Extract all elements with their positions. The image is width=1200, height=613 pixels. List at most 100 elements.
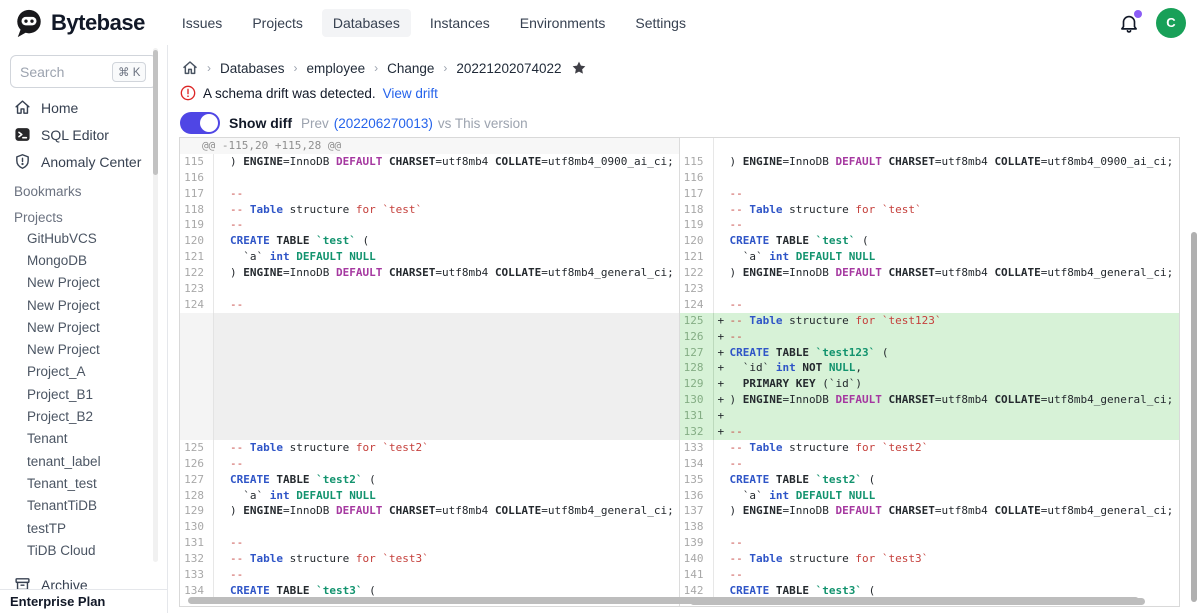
- line-number: 131: [180, 535, 214, 551]
- diff-row: 126+--: [680, 329, 1180, 345]
- schema-drift-alert: A schema drift was detected. View drift: [180, 85, 1200, 101]
- sidebar-scrollbar[interactable]: [153, 48, 158, 562]
- search-input[interactable]: [20, 64, 112, 80]
- line-number: 137: [680, 503, 714, 519]
- code-line: + `id` int NOT NULL,: [714, 360, 1180, 376]
- code-line: + PRIMARY KEY (`id`): [714, 376, 1180, 392]
- line-number: [180, 376, 214, 392]
- code-line: +CREATE TABLE `test123` (: [714, 345, 1180, 361]
- line-number: 133: [180, 567, 214, 583]
- diff-row: 130+) ENGINE=InnoDB DEFAULT CHARSET=utf8…: [680, 392, 1180, 408]
- line-number: [680, 138, 714, 154]
- line-number: 129: [680, 376, 714, 392]
- sidebar-item-sql-editor[interactable]: SQL Editor: [0, 121, 167, 148]
- breadcrumb-item[interactable]: Databases: [220, 61, 285, 76]
- breadcrumb-item[interactable]: Change: [387, 61, 434, 76]
- diff-row: 124--: [180, 297, 679, 313]
- sidebar-item-home[interactable]: Home: [0, 94, 167, 121]
- code-line: --: [214, 567, 679, 583]
- view-drift-link[interactable]: View drift: [383, 86, 438, 101]
- line-number: 127: [180, 472, 214, 488]
- code-line: CREATE TABLE `test` (: [214, 233, 679, 249]
- project-item[interactable]: Project_B2: [0, 405, 167, 427]
- diff-row: 132-- Table structure for `test3`: [180, 551, 679, 567]
- project-item[interactable]: Project_A: [0, 361, 167, 383]
- nav-item-projects[interactable]: Projects: [241, 9, 314, 37]
- diff-row: 121 `a` int DEFAULT NULL: [180, 249, 679, 265]
- brand-logo[interactable]: Bytebase: [14, 8, 145, 38]
- project-item[interactable]: Tenant_test: [0, 472, 167, 494]
- toggle-knob: [200, 114, 218, 132]
- diff-row: [180, 408, 679, 424]
- breadcrumb-separator: ›: [374, 61, 378, 75]
- code-line: [214, 424, 679, 440]
- code-line: [214, 281, 679, 297]
- sidebar-scrollbar-thumb[interactable]: [153, 50, 158, 175]
- sidebar-item-label: Anomaly Center: [41, 154, 141, 170]
- code-line: `a` int DEFAULT NULL: [214, 249, 679, 265]
- project-item[interactable]: TenantTiDB: [0, 495, 167, 517]
- prev-version-link[interactable]: (202206270013): [334, 116, 433, 131]
- right-pane-hscrollbar[interactable]: [690, 598, 1145, 605]
- nav-item-settings[interactable]: Settings: [624, 9, 697, 37]
- sidebar-item-anomaly-center[interactable]: Anomaly Center: [0, 148, 167, 175]
- line-number: 138: [680, 519, 714, 535]
- code-line: -- Table structure for `test3`: [714, 551, 1180, 567]
- project-item[interactable]: TiDB Cloud: [0, 539, 167, 561]
- sidebar-item-label: SQL Editor: [41, 127, 109, 143]
- bookmark-star-icon[interactable]: [571, 60, 587, 76]
- code-line: `a` int DEFAULT NULL: [714, 249, 1180, 265]
- diff-row: 119--: [180, 217, 679, 233]
- line-number: 141: [680, 567, 714, 583]
- project-item[interactable]: New Project: [0, 294, 167, 316]
- code-line: [214, 360, 679, 376]
- diff-row: 131--: [180, 535, 679, 551]
- breadcrumb-separator: ›: [443, 61, 447, 75]
- code-line: --: [214, 186, 679, 202]
- nav-item-instances[interactable]: Instances: [419, 9, 501, 37]
- diff-row: 134--: [680, 456, 1180, 472]
- show-diff-toggle[interactable]: [180, 112, 220, 134]
- breadcrumb-separator: ›: [207, 61, 211, 75]
- diff-row: 123: [180, 281, 679, 297]
- line-number: 136: [680, 488, 714, 504]
- breadcrumb-item[interactable]: employee: [307, 61, 366, 76]
- project-item[interactable]: testTP: [0, 517, 167, 539]
- diff-row: 128+ `id` int NOT NULL,: [680, 360, 1180, 376]
- project-item[interactable]: MongoDB: [0, 249, 167, 271]
- line-number: 131: [680, 408, 714, 424]
- project-item[interactable]: Project_B1: [0, 383, 167, 405]
- code-line: [714, 281, 1180, 297]
- diff-row: 115) ENGINE=InnoDB DEFAULT CHARSET=utf8m…: [180, 154, 679, 170]
- code-line: [214, 313, 679, 329]
- line-number: 115: [180, 154, 214, 170]
- diff-row: 130: [180, 519, 679, 535]
- diff-row: 140-- Table structure for `test3`: [680, 551, 1180, 567]
- notifications-bell-icon[interactable]: [1118, 12, 1140, 34]
- diff-row: [180, 313, 679, 329]
- project-item[interactable]: New Project: [0, 338, 167, 360]
- page-vscrollbar[interactable]: [1191, 232, 1197, 602]
- nav-item-databases[interactable]: Databases: [322, 9, 411, 37]
- code-line: `a` int DEFAULT NULL: [214, 488, 679, 504]
- brand-name: Bytebase: [51, 10, 145, 36]
- line-number: 118: [680, 202, 714, 218]
- nav-item-environments[interactable]: Environments: [509, 9, 617, 37]
- code-line: +--: [714, 424, 1180, 440]
- project-item[interactable]: tenant_label: [0, 450, 167, 472]
- code-line: -- Table structure for `test`: [214, 202, 679, 218]
- code-line: ) ENGINE=InnoDB DEFAULT CHARSET=utf8mb4 …: [214, 265, 679, 281]
- code-line: -- Table structure for `test3`: [214, 551, 679, 567]
- project-item[interactable]: Tenant: [0, 428, 167, 450]
- breadcrumb-home-icon[interactable]: [182, 60, 198, 76]
- search-box[interactable]: ⌘ K: [10, 55, 157, 88]
- notification-dot: [1134, 10, 1142, 18]
- diff-row: @@ -115,20 +115,28 @@: [180, 138, 679, 154]
- breadcrumb-separator: ›: [294, 61, 298, 75]
- project-item[interactable]: GitHubVCS: [0, 227, 167, 249]
- breadcrumb-item[interactable]: 20221202074022: [456, 61, 561, 76]
- project-item[interactable]: New Project: [0, 316, 167, 338]
- nav-item-issues[interactable]: Issues: [171, 9, 233, 37]
- project-item[interactable]: New Project: [0, 272, 167, 294]
- user-avatar[interactable]: C: [1156, 8, 1186, 38]
